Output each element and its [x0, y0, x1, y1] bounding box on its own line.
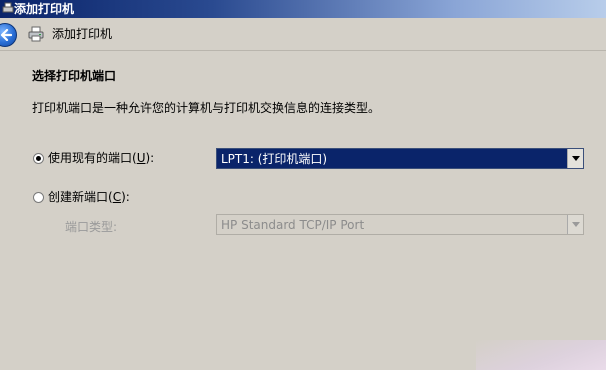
existing-port-label[interactable]: 使用现有的端口(U):	[48, 150, 154, 166]
chevron-down-icon[interactable]	[567, 149, 583, 168]
back-button[interactable]	[0, 23, 17, 47]
header-divider	[0, 50, 606, 51]
wizard-title: 添加打印机	[52, 27, 113, 41]
section-heading: 选择打印机端口	[32, 69, 117, 83]
decorative-corner	[476, 340, 606, 370]
existing-port-value: LPT1: (打印机端口)	[221, 152, 328, 166]
wizard-navbar: 添加打印机	[0, 18, 606, 50]
create-port-radio[interactable]	[33, 192, 44, 203]
printer-icon	[28, 26, 44, 42]
section-description: 打印机端口是一种允许您的计算机与打印机交换信息的连接类型。	[32, 101, 381, 115]
port-type-label: 端口类型:	[65, 220, 118, 234]
existing-port-radio[interactable]	[33, 153, 44, 164]
window-title: 添加打印机	[14, 2, 75, 16]
create-port-label[interactable]: 创建新端口(C):	[48, 189, 130, 205]
printer-icon	[2, 2, 14, 13]
window-titlebar: 添加打印机	[0, 0, 606, 18]
back-arrow-icon	[0, 29, 12, 41]
port-type-value: HP Standard TCP/IP Port	[221, 218, 365, 232]
port-type-select[interactable]: HP Standard TCP/IP Port	[216, 214, 584, 235]
chevron-down-icon[interactable]	[567, 215, 583, 234]
existing-port-select[interactable]: LPT1: (打印机端口)	[216, 148, 584, 169]
